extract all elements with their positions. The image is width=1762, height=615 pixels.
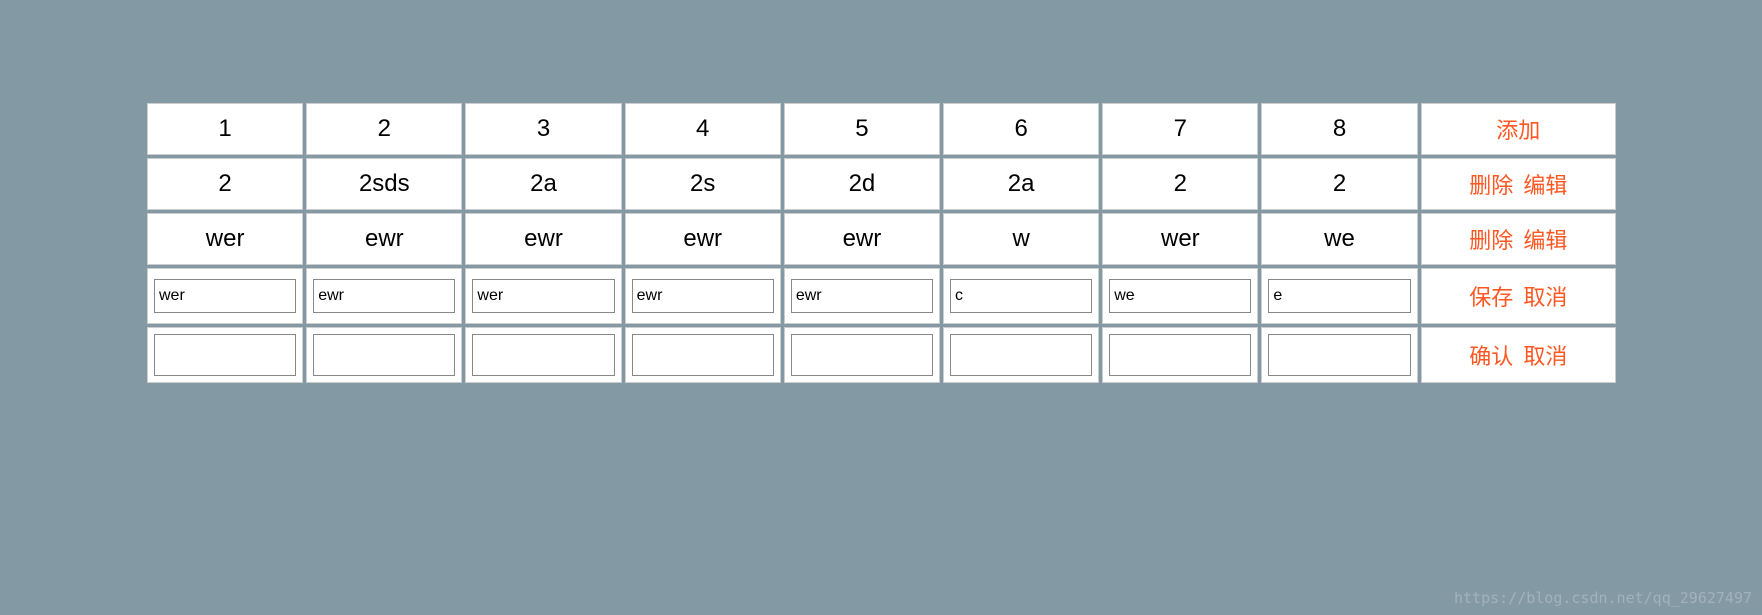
new-cell: [1261, 327, 1417, 383]
data-cell: 2d: [784, 158, 940, 210]
new-input[interactable]: [154, 334, 296, 376]
edit-input[interactable]: [632, 279, 774, 313]
edit-input[interactable]: [154, 279, 296, 313]
new-input[interactable]: [1268, 334, 1410, 376]
edit-input[interactable]: [313, 279, 455, 313]
data-cell: ewr: [465, 213, 621, 265]
edit-cell: [1261, 268, 1417, 324]
new-input[interactable]: [950, 334, 1092, 376]
header-action-cell: 添加: [1421, 103, 1616, 155]
new-input[interactable]: [632, 334, 774, 376]
edit-input[interactable]: [472, 279, 614, 313]
new-cell: [784, 327, 940, 383]
action-cell: 删除 编辑: [1421, 158, 1616, 210]
header-cell: 8: [1261, 103, 1417, 155]
data-cell: 2a: [465, 158, 621, 210]
header-cell: 1: [147, 103, 303, 155]
data-cell: 2: [1261, 158, 1417, 210]
data-cell: 2s: [625, 158, 781, 210]
cancel-button[interactable]: 取消: [1523, 285, 1567, 310]
new-input[interactable]: [313, 334, 455, 376]
edit-cell: [306, 268, 462, 324]
edit-cell: [1102, 268, 1258, 324]
data-table: 1 2 3 4 5 6 7 8 添加 2 2sds 2a 2s 2d 2a 2 …: [144, 100, 1619, 386]
edit-button[interactable]: 编辑: [1523, 228, 1567, 253]
save-button[interactable]: 保存: [1469, 285, 1513, 310]
action-cell: 保存 取消: [1421, 268, 1616, 324]
edit-input[interactable]: [950, 279, 1092, 313]
add-button[interactable]: 添加: [1496, 118, 1540, 143]
data-cell: w: [943, 213, 1099, 265]
header-cell: 2: [306, 103, 462, 155]
action-cell: 删除 编辑: [1421, 213, 1616, 265]
data-cell: 2: [147, 158, 303, 210]
edit-input[interactable]: [1109, 279, 1251, 313]
edit-button[interactable]: 编辑: [1523, 173, 1567, 198]
action-cell: 确认 取消: [1421, 327, 1616, 383]
delete-button[interactable]: 删除: [1469, 228, 1513, 253]
table-edit-row: 保存 取消: [147, 268, 1616, 324]
confirm-button[interactable]: 确认: [1469, 344, 1513, 369]
new-cell: [943, 327, 1099, 383]
delete-button[interactable]: 删除: [1469, 173, 1513, 198]
cancel-button[interactable]: 取消: [1523, 344, 1567, 369]
edit-cell: [625, 268, 781, 324]
new-cell: [306, 327, 462, 383]
new-cell: [147, 327, 303, 383]
header-cell: 7: [1102, 103, 1258, 155]
watermark-text: https://blog.csdn.net/qq_29627497: [1454, 589, 1752, 607]
new-input[interactable]: [791, 334, 933, 376]
table-row: wer ewr ewr ewr ewr w wer we 删除 编辑: [147, 213, 1616, 265]
new-input[interactable]: [1109, 334, 1251, 376]
header-cell: 5: [784, 103, 940, 155]
table-row: 2 2sds 2a 2s 2d 2a 2 2 删除 编辑: [147, 158, 1616, 210]
edit-cell: [943, 268, 1099, 324]
new-input[interactable]: [472, 334, 614, 376]
new-cell: [1102, 327, 1258, 383]
data-cell: we: [1261, 213, 1417, 265]
edit-cell: [784, 268, 940, 324]
data-table-container: 1 2 3 4 5 6 7 8 添加 2 2sds 2a 2s 2d 2a 2 …: [144, 100, 1619, 386]
edit-cell: [465, 268, 621, 324]
edit-input[interactable]: [791, 279, 933, 313]
table-header-row: 1 2 3 4 5 6 7 8 添加: [147, 103, 1616, 155]
header-cell: 6: [943, 103, 1099, 155]
data-cell: ewr: [306, 213, 462, 265]
data-cell: 2sds: [306, 158, 462, 210]
table-new-row: 确认 取消: [147, 327, 1616, 383]
data-cell: wer: [147, 213, 303, 265]
new-cell: [465, 327, 621, 383]
edit-cell: [147, 268, 303, 324]
data-cell: 2a: [943, 158, 1099, 210]
data-cell: ewr: [625, 213, 781, 265]
data-cell: ewr: [784, 213, 940, 265]
header-cell: 4: [625, 103, 781, 155]
header-cell: 3: [465, 103, 621, 155]
data-cell: wer: [1102, 213, 1258, 265]
new-cell: [625, 327, 781, 383]
data-cell: 2: [1102, 158, 1258, 210]
edit-input[interactable]: [1268, 279, 1410, 313]
